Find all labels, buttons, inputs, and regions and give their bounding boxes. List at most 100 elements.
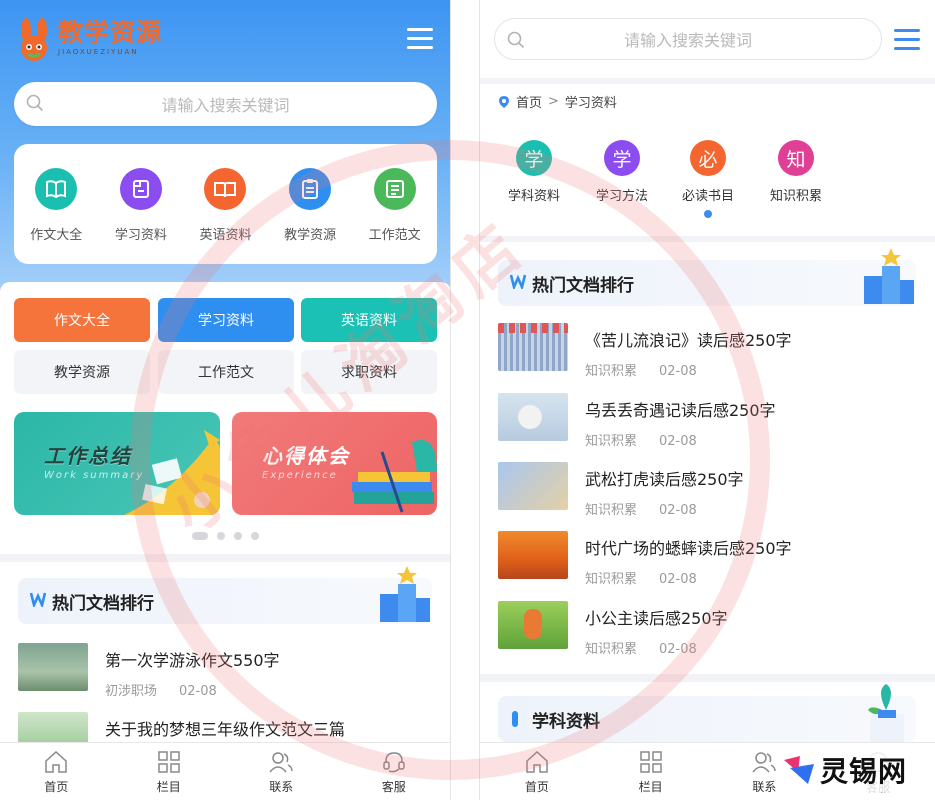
brand-corner-logo: 灵锡网 — [778, 748, 912, 792]
category-label: 英语资料 — [199, 228, 252, 243]
pagination-dot[interactable] — [217, 532, 225, 540]
logo-subtitle: JIAOXUEZIYUAN — [58, 48, 139, 56]
document-category: 知识积累 — [585, 364, 638, 379]
w-logo-icon — [510, 274, 526, 289]
pill-essays-button[interactable]: 作文大全 — [14, 298, 150, 342]
search-input[interactable]: 请输入搜索关键词 — [494, 18, 882, 60]
category-card: 作文大全 学习资料 英语资料 教学资源 工作范文 — [14, 144, 437, 264]
document-date: 02-08 — [659, 642, 697, 657]
document-date: 02-08 — [659, 572, 697, 587]
document-thumbnail — [498, 323, 568, 371]
section-title: 热门文档排行 — [532, 276, 634, 296]
document-thumbnail — [498, 601, 568, 649]
category-item-work[interactable]: 工作范文 — [355, 168, 435, 243]
banner-subtitle: Work summary — [44, 470, 145, 481]
search-placeholder: 请输入搜索关键词 — [161, 96, 290, 115]
section-marker-icon — [512, 711, 518, 727]
list-item[interactable]: 时代广场的蟋蟀读后感250字 知识积累 02-08 — [498, 531, 792, 587]
banner-work-summary[interactable]: 工作总结 Work summary — [14, 412, 220, 515]
pill-english-button[interactable]: 英语资料 — [301, 298, 437, 342]
search-input[interactable]: 请输入搜索关键词 — [14, 82, 437, 126]
category-item-methods[interactable]: 学 学习方法 — [582, 140, 662, 204]
pagination-dot[interactable] — [234, 532, 242, 540]
bottom-tab-bar: 首页 栏目 联系 客服 — [0, 742, 450, 800]
category-label: 学科资料 — [507, 189, 560, 204]
tab-service[interactable]: 客服 — [354, 743, 434, 800]
tab-label: 栏目 — [638, 780, 663, 794]
subject-header: 学科资料 — [498, 684, 916, 742]
document-title: 小公主读后感250字 — [585, 609, 728, 628]
blocks-decoration-icon — [380, 566, 430, 622]
brand-logo-icon — [782, 754, 816, 786]
list-item[interactable]: 武松打虎读后感250字 知识积累 02-08 — [498, 462, 744, 518]
pill-teaching-button[interactable]: 教学资源 — [14, 350, 150, 394]
document-date: 02-08 — [659, 503, 697, 518]
category-char-icon: 知 — [778, 140, 814, 176]
search-icon — [26, 94, 44, 112]
pill-work-button[interactable]: 工作范文 — [158, 350, 294, 394]
document-title: 武松打虎读后感250字 — [585, 470, 744, 489]
brand-text: 灵锡网 — [820, 755, 908, 788]
contacts-icon — [269, 752, 293, 773]
document-thumbnail — [498, 462, 568, 510]
blocks-decoration-icon — [864, 248, 914, 304]
document-category: 知识积累 — [585, 434, 638, 449]
grid-icon — [639, 751, 662, 773]
tab-home[interactable]: 首页 — [497, 743, 577, 800]
category-item-knowledge[interactable]: 知 知识积累 — [756, 140, 836, 204]
category-item-essays[interactable]: 作文大全 — [16, 168, 96, 243]
list-icon — [373, 168, 416, 210]
document-thumbnail — [18, 643, 88, 691]
book-icon — [35, 168, 78, 210]
search-placeholder: 请输入搜索关键词 — [623, 31, 752, 50]
tab-label: 客服 — [381, 780, 406, 794]
tab-columns[interactable]: 栏目 — [129, 743, 209, 800]
tab-contact[interactable]: 联系 — [241, 743, 321, 800]
pagination-dot[interactable] — [192, 532, 208, 540]
document-title: 关于我的梦想三年级作文范文三篇 — [105, 720, 346, 739]
grid-icon — [158, 751, 180, 773]
section-title: 热门文档排行 — [52, 594, 154, 614]
document-category: 知识积累 — [585, 503, 638, 518]
hot-documents-header: 热门文档排行 — [498, 248, 916, 306]
right-phone-screen: 请输入搜索关键词 首页 > 学习资料 学 学科资料 学 学习方法 必 必读书目 … — [479, 0, 935, 800]
category-item-teaching[interactable]: 教学资源 — [270, 168, 350, 243]
category-char-icon: 必 — [690, 140, 726, 176]
document-category: 初涉职场 — [105, 684, 158, 699]
pill-jobs-button[interactable]: 求职资料 — [301, 350, 437, 394]
site-logo[interactable]: 教学资源 JIAOXUEZIYUAN — [14, 18, 162, 62]
nav-page-indicator[interactable] — [704, 210, 712, 218]
category-item-reading[interactable]: 必 必读书目 — [668, 140, 748, 204]
category-label: 作文大全 — [30, 228, 83, 243]
document-thumbnail — [498, 393, 568, 441]
document-title: 时代广场的蟋蟀读后感250字 — [585, 539, 792, 558]
list-item[interactable]: 第一次学游泳作文550字 初涉职场 02-08 — [18, 643, 280, 699]
category-item-english[interactable]: 英语资料 — [185, 168, 265, 243]
tab-columns[interactable]: 栏目 — [611, 743, 691, 800]
document-date: 02-08 — [659, 364, 697, 379]
category-label: 工作范文 — [368, 228, 421, 243]
plant-decoration-icon — [868, 684, 904, 742]
pill-study-button[interactable]: 学习资料 — [158, 298, 294, 342]
document-title: 第一次学游泳作文550字 — [105, 651, 280, 670]
menu-icon[interactable] — [894, 29, 920, 51]
left-phone-screen: 教学资源 JIAOXUEZIYUAN 请输入搜索关键词 作文大全 学习资料 英语… — [0, 0, 451, 800]
logo-title: 教学资源 — [58, 18, 163, 47]
tab-home[interactable]: 首页 — [16, 743, 96, 800]
category-label: 学习资料 — [114, 228, 167, 243]
banner-experience[interactable]: 心得体会 Experience — [232, 412, 437, 515]
list-item[interactable]: 乌丢丢奇遇记读后感250字 知识积累 02-08 — [498, 393, 776, 449]
category-char-icon: 学 — [516, 140, 552, 176]
menu-icon[interactable] — [407, 28, 433, 50]
banner-pagination[interactable] — [192, 532, 268, 540]
breadcrumb-separator: > — [548, 94, 559, 109]
category-item-study[interactable]: 学习资料 — [101, 168, 181, 243]
category-item-subjects[interactable]: 学 学科资料 — [494, 140, 574, 204]
breadcrumb-home-link[interactable]: 首页 — [516, 92, 542, 111]
search-icon — [507, 31, 525, 49]
location-pin-icon — [499, 95, 509, 108]
banner-title: 心得体会 — [262, 444, 350, 468]
list-item[interactable]: 小公主读后感250字 知识积累 02-08 — [498, 601, 728, 657]
list-item[interactable]: 《苦儿流浪记》读后感250字 知识积累 02-08 — [498, 323, 792, 379]
pagination-dot[interactable] — [251, 532, 259, 540]
